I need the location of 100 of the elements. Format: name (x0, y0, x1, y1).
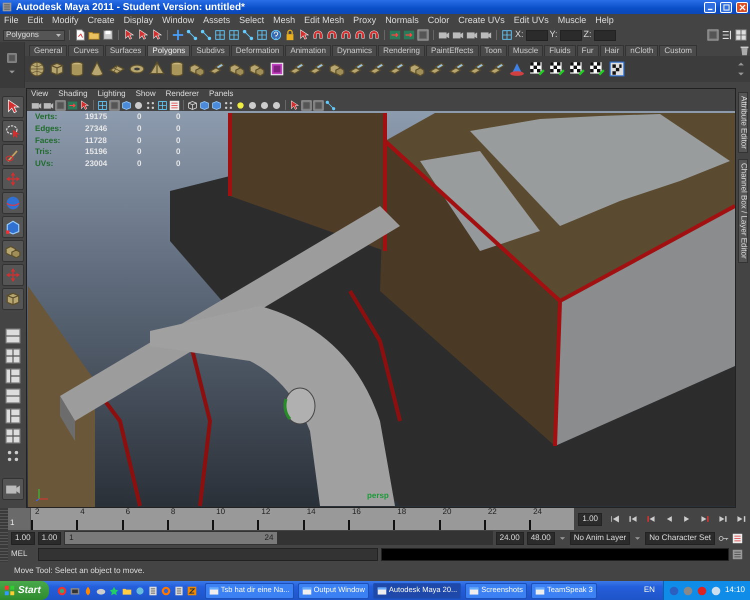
menu-item[interactable]: Edit UVs (514, 16, 549, 26)
close-button[interactable] (736, 2, 748, 12)
panel-icon[interactable] (313, 100, 324, 110)
step-back-frame-icon[interactable] (646, 514, 656, 524)
checker-icon[interactable] (609, 61, 625, 77)
shelf-tab[interactable]: Rendering (378, 45, 425, 56)
sphere-icon[interactable] (133, 100, 144, 110)
grip-handle[interactable] (0, 546, 8, 562)
mode-dropdown[interactable]: Polygons (3, 30, 65, 40)
nodes-icon[interactable] (186, 29, 198, 41)
dots-icon[interactable] (223, 100, 234, 110)
menu-item[interactable]: Color (428, 16, 450, 26)
frame-field[interactable]: 1.00 (578, 512, 602, 526)
cursor-icon[interactable] (151, 29, 163, 41)
menu-item[interactable]: Shading (58, 90, 88, 98)
menu-item[interactable]: View (31, 90, 48, 98)
cursor-icon[interactable] (289, 100, 300, 110)
checker-icon[interactable] (529, 61, 545, 77)
shelf-tab[interactable]: Animation (285, 45, 331, 56)
coordinate-field[interactable] (594, 30, 616, 40)
step-forward-frame-icon[interactable] (700, 514, 710, 524)
start-time-field[interactable]: 1.00 (11, 532, 35, 544)
dots-icon[interactable] (5, 448, 21, 464)
grid-icon[interactable] (97, 100, 108, 110)
menu-item[interactable]: Muscle (558, 16, 586, 26)
cursor-icon[interactable] (137, 29, 149, 41)
cubes-button[interactable] (2, 240, 24, 262)
move-button[interactable] (2, 168, 24, 190)
layout-icon[interactable] (5, 368, 21, 384)
cylinder-icon[interactable] (169, 61, 185, 77)
tiles-icon[interactable] (489, 61, 505, 77)
magnet-icon[interactable] (312, 29, 324, 41)
cursor-button[interactable] (2, 96, 24, 118)
document-icon[interactable] (174, 586, 184, 596)
step-back-key-icon[interactable] (628, 514, 638, 524)
list-icon[interactable] (721, 29, 733, 41)
shelf-tab[interactable]: Deformation (230, 45, 284, 56)
cubes-icon[interactable] (189, 61, 205, 77)
panel-icon[interactable] (707, 29, 719, 41)
cube-button[interactable] (2, 288, 24, 310)
layout-icon[interactable] (5, 408, 21, 424)
magnet-icon[interactable] (340, 29, 352, 41)
cube-icon[interactable] (49, 61, 65, 77)
menu-item[interactable]: Assets (203, 16, 230, 26)
grip-handle[interactable] (0, 508, 8, 530)
cube-button[interactable] (2, 216, 24, 238)
lasso-button[interactable] (2, 120, 24, 142)
layout-icon[interactable] (735, 29, 747, 41)
lock-icon[interactable] (284, 29, 296, 41)
shelf-tab[interactable]: Fluids (544, 45, 576, 56)
menu-item[interactable]: Proxy (353, 16, 376, 26)
menu-item[interactable]: Create (88, 16, 115, 26)
tiles-icon[interactable] (349, 61, 365, 77)
panel-icon[interactable] (7, 53, 17, 63)
menu-item[interactable]: File (4, 16, 19, 26)
dots-icon[interactable] (145, 100, 156, 110)
minimize-button[interactable] (704, 2, 716, 12)
grid-icon[interactable] (256, 29, 268, 41)
step-forward-key-icon[interactable] (718, 514, 728, 524)
menu-item[interactable]: Select (239, 16, 264, 26)
coordinate-field[interactable] (560, 30, 582, 40)
layout-icon[interactable] (5, 388, 21, 404)
grip-handle[interactable] (0, 530, 8, 546)
side-tab[interactable]: Attribute Editor (738, 92, 748, 153)
grid-icon[interactable] (228, 29, 240, 41)
keyframe-icon[interactable] (732, 532, 743, 544)
cubes-icon[interactable] (329, 61, 345, 77)
shelf-tab[interactable]: Dynamics (332, 45, 378, 56)
checker-icon[interactable] (569, 61, 585, 77)
go-to-end-icon[interactable] (736, 514, 746, 524)
shelf-tab[interactable]: Muscle (508, 45, 544, 56)
shelf-tab[interactable]: Hair (600, 45, 624, 56)
range-end-field[interactable]: 24.00 (496, 532, 524, 544)
cursor-icon[interactable] (298, 29, 310, 41)
menu-item[interactable]: Create UVs (458, 16, 505, 26)
layout-icon[interactable] (5, 348, 21, 364)
magnet-icon[interactable] (326, 29, 338, 41)
layout-icon[interactable] (5, 328, 21, 344)
cursor-icon[interactable] (123, 29, 135, 41)
camera-button[interactable] (2, 478, 24, 500)
panel-icon[interactable] (417, 29, 429, 41)
square-icon[interactable] (186, 586, 197, 596)
menu-item[interactable]: Edit (28, 16, 44, 26)
menu-item[interactable]: Mesh (273, 16, 296, 26)
help-icon[interactable] (270, 29, 282, 41)
cubes-icon[interactable] (409, 61, 425, 77)
menu-icon[interactable] (732, 548, 743, 560)
maximize-button[interactable] (720, 2, 732, 12)
pyramid-icon[interactable] (149, 61, 165, 77)
magnet-icon[interactable] (368, 29, 380, 41)
menu-item[interactable]: Window (162, 16, 194, 26)
current-frame[interactable]: 1 (8, 508, 31, 530)
tiles-icon[interactable] (369, 61, 385, 77)
shelf-tab[interactable]: nCloth (625, 45, 658, 56)
command-input[interactable] (38, 548, 378, 560)
end-time-field[interactable]: 48.00 (526, 532, 555, 544)
cursor-icon[interactable] (79, 100, 90, 110)
menu-item[interactable]: Renderer (166, 90, 199, 98)
menu-item[interactable]: Modify (52, 16, 79, 26)
menu-item[interactable]: Normals (385, 16, 419, 26)
